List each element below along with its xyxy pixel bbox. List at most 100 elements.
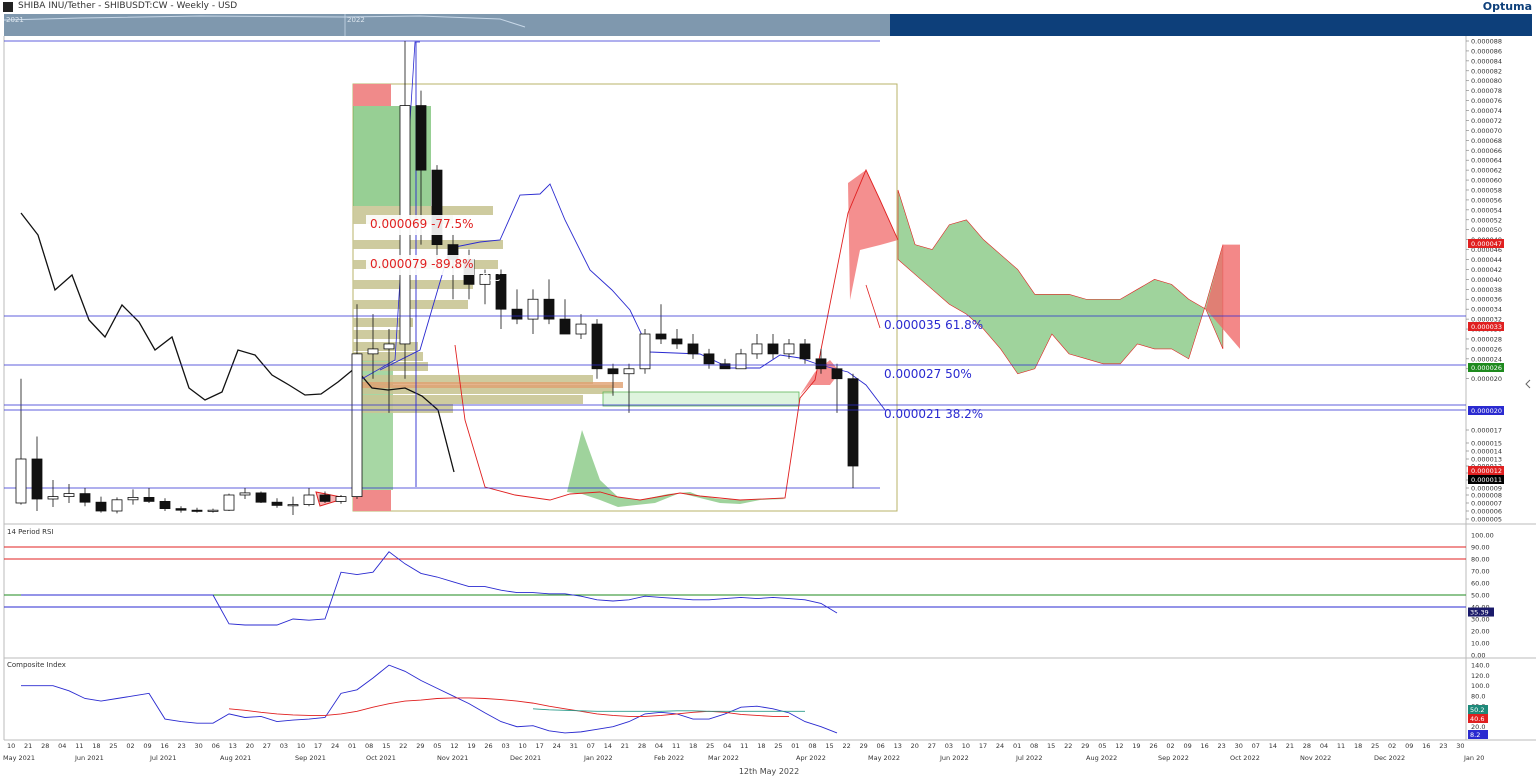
rsi-tick-label: 80.00 — [1471, 556, 1490, 564]
price-tick-label: 0.000020 — [1471, 375, 1502, 383]
vp-bar — [353, 300, 468, 309]
annotation-label: 0.000035 61.8% — [884, 318, 983, 332]
time-tick-label: 02 — [1166, 742, 1174, 750]
annotation-label: 0.000027 50% — [884, 367, 972, 381]
candle-body — [63, 493, 75, 498]
rsi-pane: 14 Period RSI 100.00 90.00 80.00 70.00 60.00 5… — [4, 528, 1494, 660]
vp-bar — [353, 395, 583, 404]
time-tick-label: 18 — [92, 742, 100, 750]
candle-body — [303, 494, 315, 506]
time-tick-label: 18 — [757, 742, 765, 750]
candle-body — [223, 494, 235, 511]
time-tick-label: 11 — [1337, 742, 1345, 750]
time-tick-label: 21 — [621, 742, 629, 750]
collapse-panel-icon[interactable] — [1525, 379, 1531, 389]
time-month-label: Nov 2022 — [1300, 754, 1331, 762]
time-tick-label: 04 — [58, 742, 66, 750]
time-month-label: Oct 2021 — [366, 754, 396, 762]
vp-bar — [353, 280, 473, 289]
price-tick-label: 0.000044 — [1471, 256, 1502, 264]
time-tick-label: 07 — [587, 742, 595, 750]
time-tick-label: 19 — [1132, 742, 1140, 750]
candle-body — [271, 501, 283, 506]
time-tick-label: 01 — [791, 742, 799, 750]
rsi-tick-label: 0.00 — [1471, 652, 1485, 660]
time-month-label: Sep 2022 — [1158, 754, 1189, 762]
rsi-tick-label: 10.00 — [1471, 640, 1490, 648]
candle-body — [95, 501, 107, 512]
cloud-future-green — [897, 189, 1224, 375]
price-tick-label: 0.000086 — [1471, 47, 1502, 55]
price-badge-label: 0.000012 — [1471, 467, 1502, 475]
candle-body — [831, 368, 843, 380]
rsi-tick-label: 50.00 — [1471, 592, 1490, 600]
candle-body — [671, 338, 683, 345]
candle-body — [175, 508, 187, 511]
time-tick-label: 30 — [1456, 742, 1464, 750]
price-tick-label: 0.000028 — [1471, 335, 1502, 343]
price-tick-label: 0.000026 — [1471, 345, 1502, 353]
price-tick-label: 0.000007 — [1471, 500, 1502, 508]
chart-canvas[interactable]: 2021 2022 0.000069 -77.5%0.000079 -89.8%… — [0, 0, 1536, 783]
time-tick-label: 28 — [1303, 742, 1311, 750]
time-tick-label: 20 — [246, 742, 254, 750]
candle-body — [79, 493, 91, 503]
time-month-label: Dec 2021 — [510, 754, 541, 762]
time-tick-label: 19 — [467, 742, 475, 750]
price-tick-label: 0.000064 — [1471, 157, 1502, 165]
price-tick-label: 0.000008 — [1471, 492, 1502, 500]
price-tick-label: 0.000070 — [1471, 127, 1502, 135]
navigator-bar[interactable] — [890, 14, 1532, 36]
price-badge-label: 0.000020 — [1471, 407, 1502, 415]
price-tick-label: 0.000060 — [1471, 177, 1502, 185]
time-tick-label: 17 — [536, 742, 544, 750]
cloud-past-green — [567, 430, 785, 507]
time-tick-label: 04 — [1320, 742, 1328, 750]
fib-box-outline — [352, 83, 898, 512]
price-tick-label: 0.000040 — [1471, 276, 1502, 284]
price-badge-label: 0.000033 — [1471, 323, 1502, 331]
price-tick-label: 0.000082 — [1471, 67, 1502, 75]
time-tick-label: 29 — [860, 742, 868, 750]
rsi-tick-label: 60.00 — [1471, 580, 1490, 588]
ci-tick-label: 120.0 — [1471, 672, 1490, 680]
price-tick-label: 0.000084 — [1471, 57, 1502, 65]
candle-body — [207, 509, 219, 512]
price-badge-label: 0.000026 — [1471, 364, 1502, 372]
time-tick-label: 29 — [416, 742, 424, 750]
candle-body — [335, 496, 347, 502]
time-month-label: Jun 2022 — [939, 754, 969, 762]
footer-date: 12th May 2022 — [739, 767, 799, 776]
time-tick-label: 16 — [1201, 742, 1209, 750]
time-tick-label: 11 — [75, 742, 83, 750]
candle-body — [687, 343, 699, 355]
time-tick-label: 05 — [1098, 742, 1106, 750]
time-tick-label: 26 — [484, 742, 492, 750]
price-tick-label: 0.000036 — [1471, 296, 1502, 304]
candle-body — [255, 492, 267, 503]
candle-body — [655, 333, 667, 340]
candle-body — [559, 318, 571, 335]
candle-body — [239, 492, 251, 496]
candle-body — [799, 343, 811, 360]
projection-line — [865, 284, 881, 329]
rsi-tick-label: 20.00 — [1471, 628, 1490, 636]
candle-body — [143, 496, 155, 502]
ci-series-line — [228, 697, 789, 717]
time-tick-label: 17 — [314, 742, 322, 750]
candle-body — [191, 509, 203, 512]
ci-badge-label: 8.2 — [1470, 731, 1480, 739]
rsi-badge-label: 35.39 — [1470, 609, 1489, 617]
rsi-tick-label: 70.00 — [1471, 568, 1490, 576]
time-tick-label: 22 — [1064, 742, 1072, 750]
candle-body — [511, 308, 523, 320]
time-tick-label: 28 — [41, 742, 49, 750]
time-tick-label: 31 — [570, 742, 578, 750]
candle-body — [575, 323, 587, 335]
time-tick-label: 18 — [1354, 742, 1362, 750]
time-tick-label: 23 — [1439, 742, 1447, 750]
time-tick-label: 15 — [1047, 742, 1055, 750]
time-tick-label: 27 — [928, 742, 936, 750]
time-tick-label: 30 — [1235, 742, 1243, 750]
time-tick-label: 09 — [143, 742, 151, 750]
